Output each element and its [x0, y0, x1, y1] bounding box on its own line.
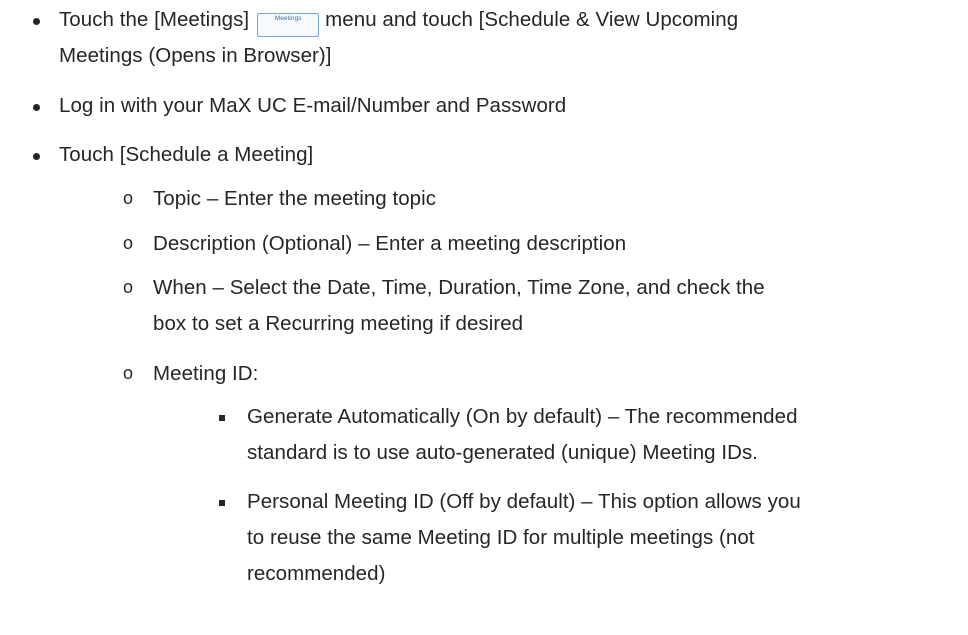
step-1-line-1: Touch the [Meetings] Meetings menu and tou…: [59, 2, 738, 38]
bullet-icon: [33, 88, 40, 124]
option-personal-line-2: to reuse the same Meeting ID for multipl…: [247, 526, 755, 549]
step-1-text-pre: Touch the [Meetings]: [59, 8, 250, 31]
meetings-menu-icon: Meetings: [257, 13, 320, 37]
substep-topic: Topic – Enter the meeting topic: [153, 187, 437, 210]
step-2-text: Log in with your MaX UC E-mail/Number an…: [59, 94, 567, 117]
instruction-document: Touch the [Meetings] Meetings menu and tou…: [0, 0, 968, 635]
option-generate-line-2: standard is to use auto-generated (uniqu…: [247, 441, 758, 464]
option-personal-line-1: Personal Meeting ID (Off by default) – T…: [247, 490, 801, 513]
circle-bullet-icon: o: [123, 363, 134, 383]
substep-when-line-1: When – Select the Date, Time, Duration, …: [153, 276, 765, 299]
bullet-icon: [33, 2, 40, 38]
option-generate-line-1: Generate Automatically (On by default) –…: [247, 405, 798, 428]
substep-meeting-id: Meeting ID:: [153, 362, 259, 385]
square-bullet-icon: [219, 399, 225, 435]
step-1-line-2: Meetings (Opens in Browser)]: [59, 44, 332, 67]
circle-bullet-icon: o: [123, 277, 134, 297]
option-personal-line-3: recommended): [247, 562, 386, 585]
circle-bullet-icon: o: [123, 188, 134, 208]
substep-description: Description (Optional) – Enter a meeting…: [153, 232, 627, 255]
meetings-menu-icon-label: Meetings: [274, 15, 302, 22]
bullet-icon: [33, 137, 40, 173]
substep-when-line-2: box to set a Recurring meeting if desire…: [153, 312, 524, 335]
square-bullet-icon: [219, 484, 225, 520]
step-1-text-post: menu and touch [Schedule & View Upcoming: [325, 8, 739, 31]
circle-bullet-icon: o: [123, 233, 134, 253]
step-3-text: Touch [Schedule a Meeting]: [59, 143, 314, 166]
